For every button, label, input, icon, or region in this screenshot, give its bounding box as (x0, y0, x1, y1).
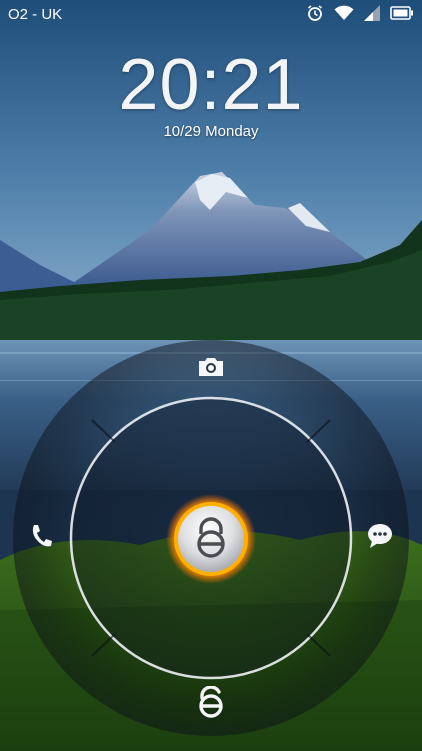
lock-knob (166, 494, 256, 584)
message-shortcut[interactable] (362, 520, 398, 556)
battery-icon (390, 5, 414, 25)
carrier-name: O2 - UK (8, 6, 63, 23)
unlock-slider-handle[interactable] (166, 494, 256, 584)
lockscreen-date: 10/29 Monday (163, 123, 259, 140)
unlock-icon (196, 684, 226, 723)
camera-icon (197, 356, 225, 383)
status-bar: O2 - UK (0, 0, 422, 30)
message-icon (366, 523, 394, 554)
phone-shortcut[interactable] (24, 520, 58, 556)
unlock-shortcut[interactable] (191, 684, 231, 724)
camera-shortcut[interactable] (192, 352, 230, 386)
wifi-icon (334, 5, 354, 26)
lockscreen-clock: 20:21 (118, 45, 304, 125)
phone-icon (29, 523, 53, 554)
status-icons (306, 4, 414, 26)
alarm-icon (306, 4, 324, 27)
signal-icon (364, 4, 380, 26)
